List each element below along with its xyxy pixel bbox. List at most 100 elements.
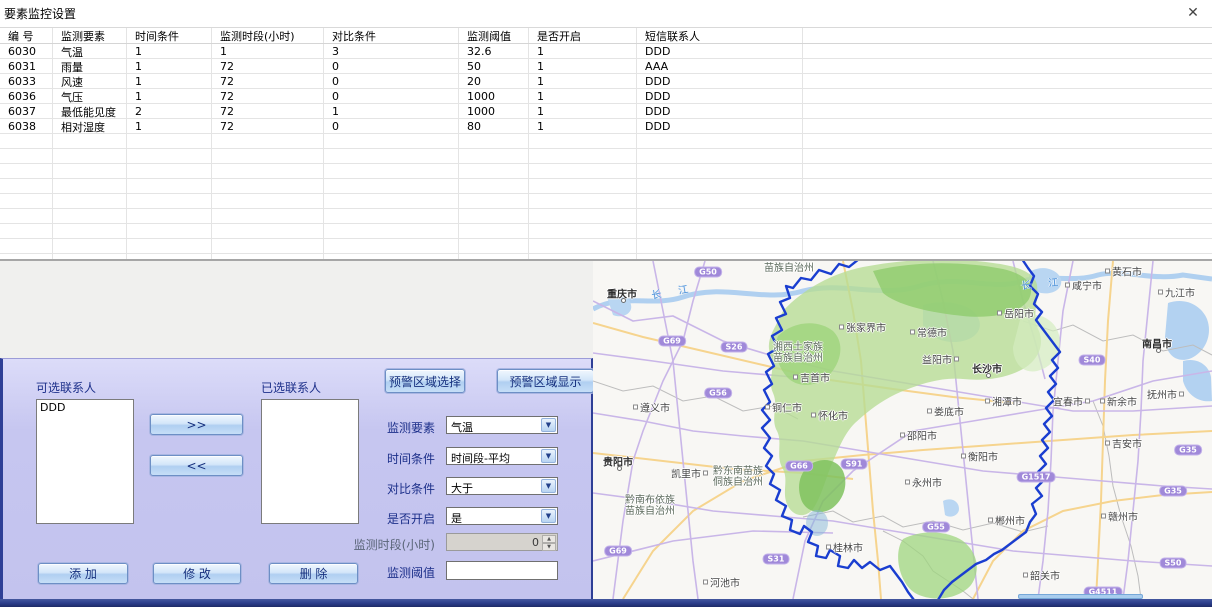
table-cell[interactable]: DDD [637,44,803,58]
table-cell[interactable]: DDD [637,119,803,133]
move-left-button[interactable]: << [150,455,243,476]
monitor-settings-table[interactable]: 编 号监测要素时间条件监测时段(小时)对比条件监测阈值是否开启短信联系人6030… [0,27,1212,261]
table-cell[interactable]: 6037 [0,104,53,118]
add-button[interactable]: 添 加 [38,563,128,584]
enabled-combobox[interactable]: 是 ▼ [446,507,558,525]
table-cell[interactable]: 0 [324,74,459,88]
table-cell[interactable]: 1 [324,104,459,118]
column-header[interactable]: 对比条件 [324,28,459,43]
table-row[interactable]: 6030气温11332.61DDD [0,44,1212,59]
title-bar: 要素监控设置 ✕ [0,0,1212,26]
column-header[interactable]: 短信联系人 [637,28,803,43]
table-cell[interactable]: 50 [459,59,529,73]
table-cell[interactable]: 最低能见度 [53,104,127,118]
table-cell [324,149,459,163]
column-header[interactable]: 编 号 [0,28,53,43]
table-cell[interactable]: 3 [324,44,459,58]
table-cell[interactable]: 气压 [53,89,127,103]
time-condition-combobox[interactable]: 时间段-平均 ▼ [446,447,558,465]
table-cell[interactable]: 1 [127,44,212,58]
column-header[interactable]: 监测要素 [53,28,127,43]
road-badge: S50 [1160,558,1187,569]
table-cell[interactable]: 6038 [0,119,53,133]
warning-area-show-button[interactable]: 预警区域显示 [497,369,594,393]
contact-list-item[interactable]: DDD [37,400,133,414]
table-cell[interactable]: 1 [529,74,637,88]
table-cell[interactable]: 1 [529,119,637,133]
chevron-down-icon[interactable]: ▼ [541,479,556,493]
table-cell[interactable]: 6030 [0,44,53,58]
table-cell[interactable]: 1000 [459,104,529,118]
chevron-down-icon[interactable]: ▼ [541,418,556,432]
table-cell[interactable]: 1 [127,89,212,103]
compare-condition-combobox[interactable]: 大于 ▼ [446,477,558,495]
table-cell [637,164,803,178]
spinner-up-icon[interactable]: ▲ [542,535,556,543]
table-cell[interactable]: 1 [127,59,212,73]
move-right-button[interactable]: >> [150,414,243,435]
table-cell[interactable]: 1 [529,44,637,58]
table-cell[interactable]: AAA [637,59,803,73]
delete-button[interactable]: 删 除 [269,563,358,584]
element-combobox[interactable]: 气温 ▼ [446,416,558,434]
modify-button[interactable]: 修 改 [153,563,241,584]
table-cell[interactable]: 32.6 [459,44,529,58]
table-cell-filler [803,179,1212,193]
table-cell[interactable]: 2 [127,104,212,118]
city-label: 湘潭市 [985,394,1022,409]
table-cell[interactable]: 72 [212,89,324,103]
threshold-input[interactable] [446,561,558,580]
table-cell [127,164,212,178]
warning-area-select-button[interactable]: 预警区域选择 [385,369,465,393]
city-marker-icon [961,454,966,459]
table-cell-filler [803,104,1212,118]
column-header[interactable]: 监测阈值 [459,28,529,43]
table-row[interactable]: 6037最低能见度272110001DDD [0,104,1212,119]
table-cell[interactable]: 1 [529,89,637,103]
table-cell[interactable]: 80 [459,119,529,133]
table-cell[interactable]: DDD [637,89,803,103]
table-cell [0,179,53,193]
table-cell[interactable]: 1 [212,44,324,58]
map[interactable]: 重庆市黄石市咸宁市九江市岳阳市张家界市常德市南昌市益阳市长沙市吉首市湘潭市宜春市… [593,261,1212,599]
table-cell[interactable]: 气温 [53,44,127,58]
table-cell[interactable]: 6033 [0,74,53,88]
column-header[interactable]: 监测时段(小时) [212,28,324,43]
close-icon[interactable]: ✕ [1182,2,1204,24]
table-cell[interactable]: 20 [459,74,529,88]
table-cell[interactable]: 0 [324,89,459,103]
table-cell[interactable]: 1000 [459,89,529,103]
period-spinner[interactable]: 0 ▲ ▼ [446,533,558,551]
table-cell[interactable]: 1 [127,119,212,133]
table-header-row[interactable]: 编 号监测要素时间条件监测时段(小时)对比条件监测阈值是否开启短信联系人 [0,28,1212,44]
road-badge: S91 [841,459,868,470]
column-header[interactable]: 是否开启 [529,28,637,43]
table-cell[interactable]: 雨量 [53,59,127,73]
table-cell[interactable]: 0 [324,119,459,133]
table-cell[interactable]: DDD [637,74,803,88]
table-cell[interactable]: 相对湿度 [53,119,127,133]
table-row[interactable]: 6036气压172010001DDD [0,89,1212,104]
chevron-down-icon[interactable]: ▼ [541,509,556,523]
table-cell[interactable]: 6036 [0,89,53,103]
city-marker-icon [1179,392,1184,397]
table-cell[interactable]: 72 [212,59,324,73]
table-cell[interactable]: DDD [637,104,803,118]
table-cell[interactable]: 6031 [0,59,53,73]
table-row[interactable]: 6033风速1720201DDD [0,74,1212,89]
spinner-down-icon[interactable]: ▼ [542,543,556,551]
table-cell[interactable]: 72 [212,104,324,118]
available-contacts-listbox[interactable]: DDD [36,399,134,524]
table-cell[interactable]: 72 [212,74,324,88]
column-header[interactable]: 时间条件 [127,28,212,43]
table-cell[interactable]: 72 [212,119,324,133]
table-cell[interactable]: 1 [529,59,637,73]
table-cell[interactable]: 风速 [53,74,127,88]
table-cell[interactable]: 1 [127,74,212,88]
table-row[interactable]: 6038相对湿度1720801DDD [0,119,1212,134]
chevron-down-icon[interactable]: ▼ [541,449,556,463]
city-label: 益阳市 [922,352,959,367]
table-row[interactable]: 6031雨量1720501AAA [0,59,1212,74]
table-cell[interactable]: 0 [324,59,459,73]
table-cell[interactable]: 1 [529,104,637,118]
